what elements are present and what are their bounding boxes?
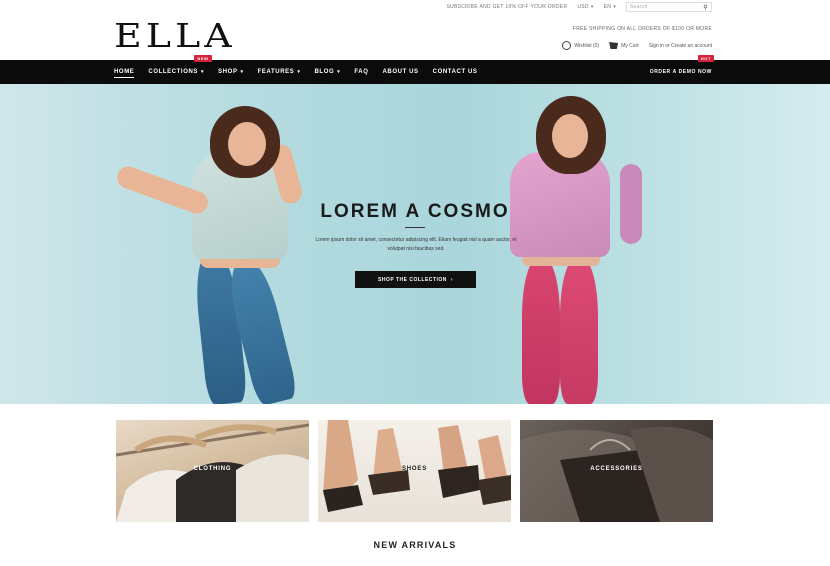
chevron-down-icon: ▾ xyxy=(590,4,594,10)
language-select[interactable]: EN ▾ xyxy=(604,4,616,10)
category-tiles: CLOTHING SHOES ACCESSORIES xyxy=(116,420,713,522)
hero-description: Lorem ipsum dolor sit amet, consectetur … xyxy=(315,237,517,252)
arrow-right-icon: › xyxy=(450,276,454,283)
tile-label: CLOTHING xyxy=(193,466,232,472)
heart-icon xyxy=(562,41,572,50)
category-tile-accessories[interactable]: ACCESSORIES xyxy=(520,420,713,522)
nav-item-contact[interactable]: CONTACT US xyxy=(433,60,478,84)
top-utility-bar: SUBSCRIBE AND GET 10% OFF YOUR ORDER USD… xyxy=(0,0,830,14)
shipping-promo: FREE SHIPPING ON ALL ORDERS OF $100 OR M… xyxy=(572,26,712,32)
chevron-down-icon: ▾ xyxy=(201,69,205,75)
nav-item-shop[interactable]: SHOP ▾ xyxy=(218,60,244,84)
shop-collection-button[interactable]: SHOP THE COLLECTION › xyxy=(355,271,476,288)
top-notice: SUBSCRIBE AND GET 10% OFF YOUR ORDER xyxy=(446,4,568,10)
nav-item-faq[interactable]: FAQ xyxy=(354,60,368,84)
search-icon[interactable]: ⚲ xyxy=(703,4,708,11)
wishlist-link[interactable]: Wishlist (0) xyxy=(562,41,599,50)
account-link[interactable]: Sign in or Create an account xyxy=(649,43,712,49)
chevron-down-icon: ▾ xyxy=(297,69,301,75)
chevron-down-icon: ▾ xyxy=(240,69,244,75)
hero-model-left xyxy=(100,84,330,404)
cart-icon xyxy=(609,42,619,49)
cart-link[interactable]: My Cart xyxy=(609,42,639,49)
hero-banner[interactable]: LOREM A COSMO Lorem ipsum dolor sit amet… xyxy=(0,84,830,404)
site-logo[interactable]: ELLA xyxy=(114,17,236,54)
chevron-down-icon: ▾ xyxy=(613,4,616,10)
order-demo-link[interactable]: ORDER A DEMO NOW HOT xyxy=(650,55,714,84)
section-title-new-arrivals: NEW ARRIVALS xyxy=(373,540,457,550)
main-nav: HOME COLLECTIONS ▾ NEW SHOP ▾ FEATURES ▾… xyxy=(0,55,830,84)
hot-badge: HOT xyxy=(697,55,714,62)
category-tile-shoes[interactable]: SHOES xyxy=(318,420,511,522)
nav-item-blog[interactable]: BLOG ▾ xyxy=(315,60,341,84)
hero-title: LOREM A COSMO xyxy=(320,201,510,222)
header-links: Wishlist (0) My Cart Sign in or Create a… xyxy=(562,41,712,50)
nav-item-features[interactable]: FEATURES ▾ xyxy=(258,60,301,84)
nav-item-collections[interactable]: COLLECTIONS ▾ NEW xyxy=(148,55,212,84)
search-input[interactable]: Search ⚲ xyxy=(626,2,712,12)
currency-select[interactable]: USD ▾ xyxy=(577,4,593,10)
nav-item-home[interactable]: HOME xyxy=(114,60,135,84)
tile-label: SHOES xyxy=(401,466,427,472)
nav-right: ORDER A DEMO NOW HOT xyxy=(650,55,714,84)
hero-divider xyxy=(405,227,425,228)
site-header: ELLA FREE SHIPPING ON ALL ORDERS OF $100… xyxy=(0,14,830,60)
nav-items: HOME COLLECTIONS ▾ NEW SHOP ▾ FEATURES ▾… xyxy=(114,55,478,84)
chevron-down-icon: ▾ xyxy=(337,69,341,75)
category-tile-clothing[interactable]: CLOTHING xyxy=(116,420,309,522)
new-badge: NEW xyxy=(194,55,212,62)
tile-label: ACCESSORIES xyxy=(590,466,643,472)
nav-item-about[interactable]: ABOUT US xyxy=(383,60,419,84)
